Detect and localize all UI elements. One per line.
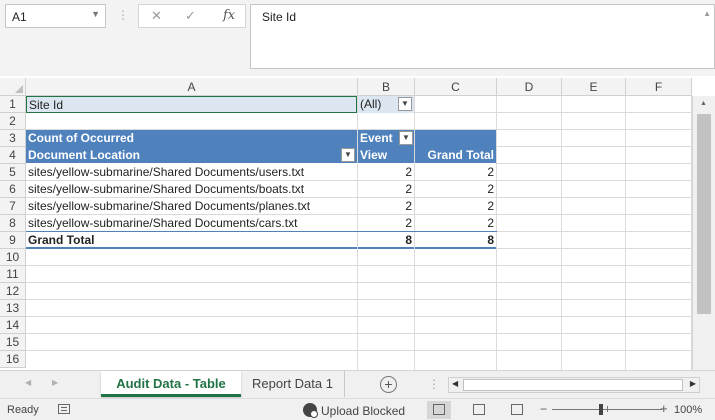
normal-view-button[interactable] [427,401,451,419]
pivot-header-document-location[interactable]: Document Location [26,147,357,164]
grid-view-icon [433,404,445,415]
filter-dropdown-icon[interactable]: ▼ [398,97,412,111]
pivot-row-view[interactable]: 2 [358,198,414,215]
formula-content: Site Id [262,10,297,24]
tab-scroll-right-icon[interactable]: ▶ [52,378,58,387]
row-header-4[interactable]: 4 [0,147,26,164]
gridline [561,96,562,370]
worksheet-grid[interactable]: A B C D E F 1 2 3 4 5 6 7 8 9 10 11 12 1… [0,78,715,370]
row-header-2[interactable]: 2 [0,113,26,130]
formula-scroll-up-icon[interactable]: ▲ [703,9,711,18]
pivot-row-location[interactable]: sites/yellow-submarine/Shared Documents/… [26,164,357,181]
row-header-11[interactable]: 11 [0,266,26,283]
row-header-13[interactable]: 13 [0,300,26,317]
tab-report-data-1[interactable]: Report Data 1 [241,371,345,397]
pivot-row-total[interactable]: 2 [415,198,496,215]
page-break-preview-button[interactable] [505,401,529,419]
insert-function-icon[interactable]: fx [223,8,235,23]
select-all-button[interactable] [0,78,26,96]
gridline [26,316,692,317]
row-header-14[interactable]: 14 [0,317,26,334]
pivot-row-location[interactable]: sites/yellow-submarine/Shared Documents/… [26,215,357,232]
vertical-scrollbar[interactable]: ▲ [692,96,715,370]
gridline [625,96,626,370]
upload-blocked-icon[interactable] [303,403,318,418]
pivot-row-location[interactable]: sites/yellow-submarine/Shared Documents/… [26,198,357,215]
pivot-row-location[interactable]: sites/yellow-submarine/Shared Documents/… [26,181,357,198]
enter-icon[interactable]: ✓ [185,8,196,24]
row-header-16[interactable]: 16 [0,351,26,368]
vertical-scroll-thumb[interactable] [697,114,711,314]
pivot-header-blank[interactable] [415,130,496,147]
gridline [26,282,692,283]
pivot-row-total[interactable]: 2 [415,181,496,198]
pivot-row-view[interactable]: 2 [358,181,414,198]
status-ready: Ready [7,404,39,416]
pivot-row-total[interactable]: 2 [415,164,496,181]
row-header-8[interactable]: 8 [0,215,26,232]
zoom-center-mark [607,406,608,412]
gridline [26,299,692,300]
row-header-6[interactable]: 6 [0,181,26,198]
column-header-b[interactable]: B [358,78,415,96]
macro-recording-icon[interactable] [58,404,70,414]
gridline [26,333,692,334]
gridline [496,96,497,370]
zoom-level[interactable]: 100% [674,404,702,416]
row-header-3[interactable]: 3 [0,130,26,147]
row-header-12[interactable]: 12 [0,283,26,300]
row-header-15[interactable]: 15 [0,334,26,351]
column-header-a[interactable]: A [26,78,358,96]
pivot-row-view[interactable]: 2 [358,164,414,181]
zoom-in-button[interactable]: + [660,401,668,416]
page-layout-icon [473,404,485,415]
pivot-header-count[interactable]: Count of Occurred [26,130,357,147]
column-header-d[interactable]: D [497,78,562,96]
splitter-grip-icon[interactable]: ⋮ [428,377,440,391]
row-header-7[interactable]: 7 [0,198,26,215]
gridline [26,265,692,266]
horizontal-scrollbar[interactable]: ◀ ▶ [448,377,700,393]
tab-scroll-left-icon[interactable]: ◀ [25,378,31,387]
formula-bar-grip-icon[interactable]: ⋮ [117,8,129,22]
pivot-row-view[interactable]: 2 [358,215,414,232]
grand-total-view[interactable]: 8 [358,232,414,249]
cell-a1-filter-label[interactable]: Site Id [26,96,357,113]
name-box-value: A1 [12,10,27,24]
pivot-header-grand-total[interactable]: Grand Total [415,147,496,164]
formula-bar-area: A1 ▼ ⋮ ✕ ✓ fx Site Id ▲ [0,0,715,76]
row-header-9[interactable]: 9 [0,232,26,249]
zoom-slider-thumb[interactable] [599,404,603,415]
cancel-icon[interactable]: ✕ [151,8,162,24]
gridline [26,350,692,351]
zoom-out-button[interactable]: − [540,402,547,416]
column-filter-dropdown-icon[interactable]: ▼ [399,131,413,145]
pivot-header-view[interactable]: View [358,147,414,164]
status-bar: Ready Upload Blocked − + 100% [0,398,715,420]
column-header-f[interactable]: F [626,78,692,96]
formula-bar-buttons: ✕ ✓ fx [138,4,246,28]
row-header-1[interactable]: 1 [0,96,26,113]
page-break-icon [511,404,523,415]
grand-total-value[interactable]: 8 [415,232,496,249]
scroll-up-icon[interactable]: ▲ [700,100,707,107]
page-layout-button[interactable] [467,401,491,419]
scroll-right-icon[interactable]: ▶ [690,379,696,388]
row-header-10[interactable]: 10 [0,249,26,266]
sheet-tab-bar: ◀ ▶ Audit Data - Table Report Data 1 + ⋮… [0,370,715,398]
row-header-5[interactable]: 5 [0,164,26,181]
horizontal-scroll-thumb[interactable] [463,379,683,391]
name-box[interactable]: A1 ▼ [5,4,106,28]
grand-total-label[interactable]: Grand Total [26,232,357,249]
upload-status[interactable]: Upload Blocked [321,404,405,418]
column-header-e[interactable]: E [562,78,626,96]
column-header-c[interactable]: C [415,78,497,96]
chevron-down-icon[interactable]: ▼ [91,9,100,19]
tab-audit-data-table[interactable]: Audit Data - Table [101,371,241,397]
scroll-left-icon[interactable]: ◀ [452,379,458,388]
pivot-row-total[interactable]: 2 [415,215,496,232]
plus-circle-icon[interactable]: + [380,376,397,393]
formula-input[interactable]: Site Id ▲ [250,4,715,69]
row-filter-dropdown-icon[interactable]: ▼ [341,148,355,162]
